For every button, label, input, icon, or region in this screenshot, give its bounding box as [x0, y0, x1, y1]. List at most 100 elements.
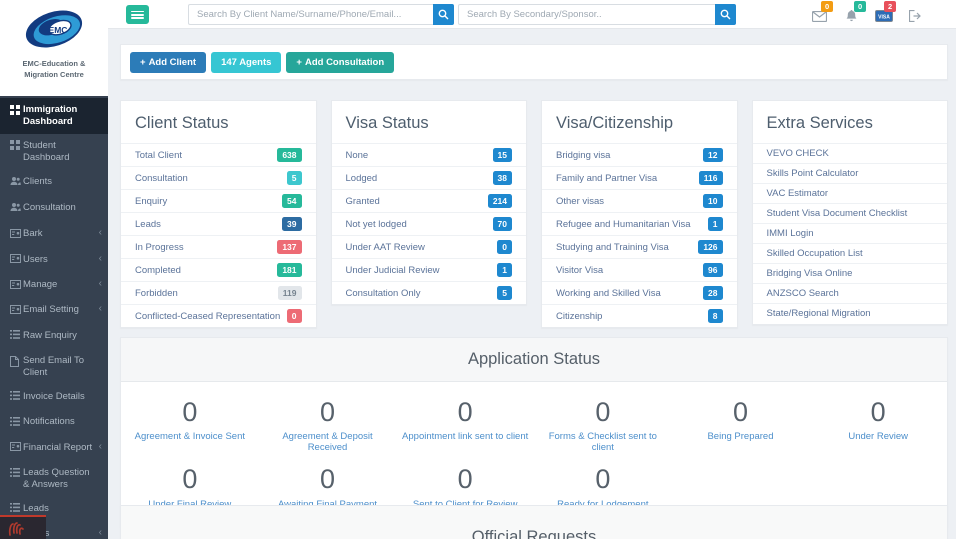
sidebar-item-raw-enquiry[interactable]: Raw Enquiry — [0, 324, 108, 349]
sidebar-item-student-dashboard[interactable]: Student Dashboard — [0, 134, 108, 170]
status-row-citizenship[interactable]: Citizenship 8 — [542, 305, 737, 327]
list-icon — [10, 416, 23, 430]
add-client-button[interactable]: + Add Client — [130, 52, 207, 73]
status-row-enquiry[interactable]: Enquiry 54 — [121, 190, 316, 214]
count-badge: 126 — [698, 240, 723, 255]
sidebar-item-users[interactable]: Users ‹ — [0, 248, 108, 273]
status-row-in-progress[interactable]: In Progress 137 — [121, 236, 316, 260]
extra-service-link-vac-estimator[interactable]: VAC Estimator — [752, 184, 947, 204]
status-row-consultation[interactable]: Consultation 5 — [121, 167, 316, 191]
counter-value: 0 — [457, 397, 473, 427]
status-row-granted[interactable]: Granted 214 — [331, 190, 526, 214]
status-row-none[interactable]: None 15 — [331, 144, 526, 168]
count-badge: 214 — [487, 194, 512, 209]
counter-label[interactable]: Forms & Checklist sent to client — [538, 431, 668, 453]
row-label: Student Visa Document Checklist — [766, 208, 908, 219]
users-icon — [10, 202, 23, 216]
sidebar-toggle-button[interactable] — [126, 5, 149, 24]
sidebar-item-invoice-details[interactable]: Invoice Details — [0, 385, 108, 410]
sidebar-item-notifications[interactable]: Notifications — [0, 410, 108, 435]
mail-icon[interactable]: 0 — [811, 1, 834, 25]
counter-value: 0 — [595, 397, 611, 427]
count-badge: 12 — [703, 148, 723, 163]
status-row-other-visas[interactable]: Other visas 10 — [542, 190, 737, 214]
client-search-button[interactable] — [432, 4, 454, 25]
extra-service-link-bridging-visa-online[interactable]: Bridging Visa Online — [752, 264, 947, 284]
row-label: Completed — [135, 264, 181, 276]
floating-widget[interactable] — [0, 515, 46, 539]
status-row-lodged[interactable]: Lodged 38 — [331, 167, 526, 191]
sidebar-item-consultation[interactable]: Consultation — [0, 196, 108, 222]
sidebar-item-clients[interactable]: Clients — [0, 170, 108, 196]
row-label: Bridging Visa Online — [766, 268, 853, 279]
extra-service-link-skilled-occupation-list[interactable]: Skilled Occupation List — [752, 244, 947, 264]
status-row-visitor-visa[interactable]: Visitor Visa 96 — [542, 259, 737, 283]
sidebar-item-label: Student Dashboard — [23, 139, 70, 163]
panel-title: Visa/Citizenship — [542, 101, 737, 144]
status-row-bridging-visa[interactable]: Bridging visa 12 — [542, 144, 737, 168]
row-label: VAC Estimator — [766, 188, 829, 199]
status-row-not-yet-lodged[interactable]: Not yet lodged 70 — [331, 213, 526, 237]
status-row-refugee-and-humanitarian-visa[interactable]: Refugee and Humanitarian Visa 1 — [542, 213, 737, 237]
counter-label[interactable]: Being Prepared — [676, 431, 806, 442]
mail-badge: 0 — [821, 1, 834, 12]
status-row-working-and-skilled-visa[interactable]: Working and Skilled Visa 28 — [542, 282, 737, 306]
agents-button[interactable]: 147 Agents — [211, 52, 282, 73]
counter-value: 0 — [319, 464, 335, 495]
signout-icon[interactable] — [908, 9, 929, 25]
application-status-card: Application Status 0 Agreement & Invoice … — [120, 337, 948, 527]
count-badge: 181 — [277, 263, 302, 278]
row-label: Skills Point Calculator — [766, 168, 859, 179]
count-badge: 137 — [277, 240, 302, 255]
counter-label[interactable]: Under Review — [813, 431, 943, 442]
row-label: Lodged — [345, 172, 378, 184]
file-icon — [10, 355, 23, 371]
logo[interactable]: EMC EMC-Education & Migration Centre — [0, 0, 108, 96]
counter-label[interactable]: Appointment link sent to client — [400, 431, 530, 442]
extra-service-link-student-visa-document-checklist[interactable]: Student Visa Document Checklist — [752, 204, 947, 224]
status-row-studying-and-training-visa[interactable]: Studying and Training Visa 126 — [542, 236, 737, 260]
sidebar-item-email-setting[interactable]: Email Setting ‹ — [0, 298, 108, 323]
extra-service-link-state-regional-migration[interactable]: State/Regional Migration — [753, 304, 948, 324]
status-row-forbidden[interactable]: Forbidden 119 — [121, 282, 316, 306]
status-row-total-client[interactable]: Total Client 638 — [121, 144, 316, 168]
sponsor-search-input[interactable] — [458, 4, 715, 25]
sponsor-search-button[interactable] — [714, 4, 736, 25]
sidebar-item-bark[interactable]: Bark ‹ — [0, 222, 108, 247]
row-label: None — [345, 149, 369, 161]
row-label: Citizenship — [556, 310, 603, 322]
action-button-label: 147 Agents — [221, 57, 272, 68]
count-badge: 96 — [703, 263, 723, 278]
extra-service-link-vevo-check[interactable]: VEVO CHECK — [752, 144, 947, 164]
extra-service-link-immi-login[interactable]: IMMI Login — [752, 224, 947, 244]
sidebar-item-leads-question-answers[interactable]: Leads Question & Answers — [0, 461, 108, 497]
sidebar-item-financial-report[interactable]: Financial Report ‹ — [0, 436, 108, 461]
visa-icon[interactable]: VISA 2 — [875, 1, 897, 25]
counter-value: 0 — [595, 464, 611, 495]
client-search-input[interactable] — [188, 4, 433, 25]
app-status-counter-appointment-link-sent-to-client: 0 Appointment link sent to client — [396, 390, 534, 457]
status-row-under-judicial-review[interactable]: Under Judicial Review 1 — [331, 259, 526, 283]
status-row-under-aat-review[interactable]: Under AAT Review 0 — [331, 236, 526, 260]
sidebar-item-send-email-to-client[interactable]: Send Email To Client — [0, 349, 108, 385]
row-label: Bridging visa — [556, 149, 611, 161]
count-badge: 38 — [492, 171, 512, 186]
sidebar-item-label: Consultation — [23, 201, 76, 213]
bell-icon[interactable]: 0 — [845, 1, 867, 25]
status-row-completed[interactable]: Completed 181 — [121, 259, 316, 283]
add-consultation-button[interactable]: + Add Consultation — [286, 52, 395, 73]
sidebar-item-manage[interactable]: Manage ‹ — [0, 273, 108, 298]
app-status-counter-agreement-deposit-received: 0 Agreement & Deposit Received — [259, 390, 397, 457]
status-row-conflicted-ceased-representation[interactable]: Conflicted-Ceased Representation 0 — [121, 305, 316, 327]
counter-label[interactable]: Agreement & Invoice Sent — [125, 431, 255, 442]
extra-service-link-anzsco-search[interactable]: ANZSCO Search — [752, 284, 947, 304]
status-row-leads[interactable]: Leads 39 — [121, 213, 316, 237]
row-label: Forbidden — [135, 287, 178, 299]
sidebar-item-immigration-dashboard[interactable]: Immigration Dashboard — [0, 98, 108, 134]
status-row-family-and-partner-visa[interactable]: Family and Partner Visa 116 — [542, 167, 737, 191]
counter-label[interactable]: Agreement & Deposit Received — [263, 431, 393, 453]
sidebar-item-label: Raw Enquiry — [23, 329, 77, 341]
extra-service-link-skills-point-calculator[interactable]: Skills Point Calculator — [752, 164, 947, 184]
sidebar-item-label: Send Email To Client — [23, 355, 85, 378]
status-row-consultation-only[interactable]: Consultation Only 5 — [332, 282, 527, 304]
